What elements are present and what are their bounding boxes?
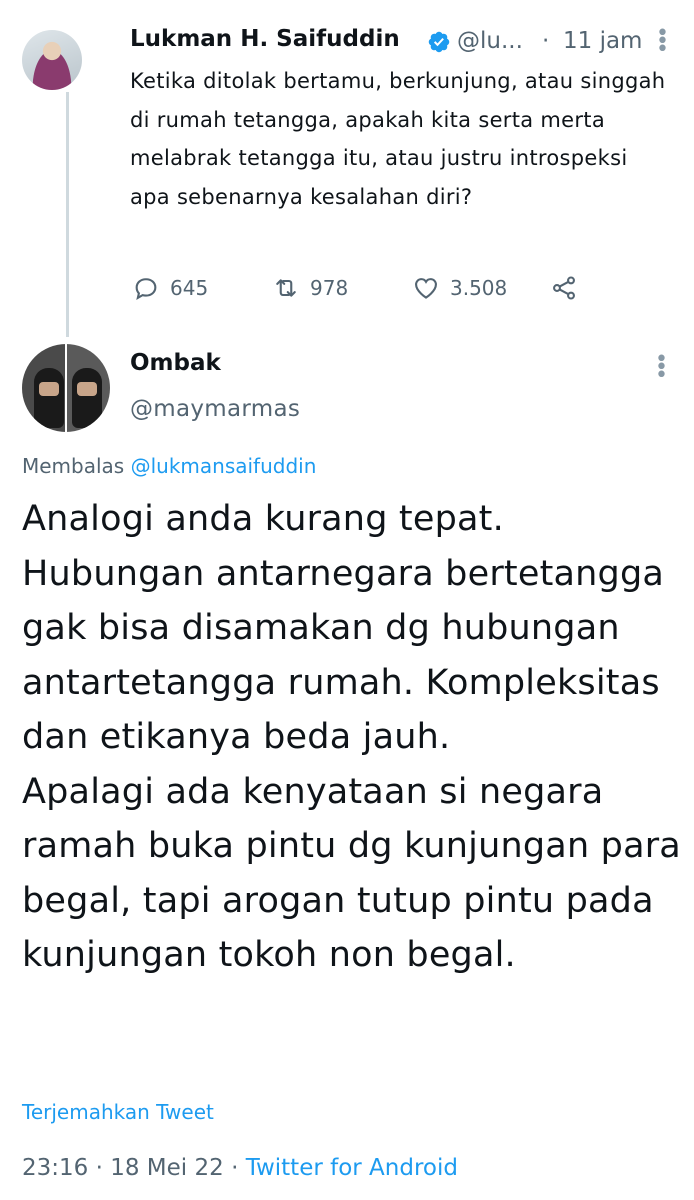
avatar[interactable]: [22, 344, 110, 432]
separator-dot: ·: [231, 1155, 239, 1181]
more-vertical-icon[interactable]: • • •: [656, 23, 669, 61]
separator-dot: ·: [542, 28, 550, 54]
share-button[interactable]: [550, 272, 578, 304]
share-icon: [553, 276, 575, 300]
reply-button[interactable]: 645: [132, 272, 208, 304]
like-button[interactable]: 3.508: [412, 272, 507, 304]
author-name[interactable]: Ombak: [130, 350, 221, 376]
author-handle[interactable]: @maymarmas: [130, 396, 300, 422]
reply-icon: [135, 278, 157, 301]
more-vertical-icon[interactable]: • • •: [655, 349, 668, 387]
retweet-button[interactable]: 978: [272, 272, 348, 304]
tweet-source-link[interactable]: Twitter for Android: [246, 1155, 458, 1181]
author-handle[interactable]: @lu...: [457, 28, 523, 54]
tweet-meta: 23:16 · 18 Mei 22 · Twitter for Android: [22, 1155, 458, 1181]
verified-badge-icon: [428, 31, 450, 53]
retweet-count: 978: [310, 276, 349, 300]
author-name[interactable]: Lukman H. Saifuddin: [130, 26, 400, 52]
like-count: 3.508: [450, 276, 508, 300]
tweet-text: Analogi anda kurang tepat. Hubungan anta…: [22, 499, 681, 975]
mention-link[interactable]: @lukmansaifuddin: [131, 454, 317, 478]
heart-icon: [415, 278, 437, 299]
separator-dot: ·: [95, 1155, 103, 1181]
tweet-text: Ketika ditolak bertamu, berkunjung, atau…: [130, 69, 666, 209]
retweet-icon: [276, 279, 296, 297]
tweet-date[interactable]: 18 Mei 22: [110, 1155, 224, 1181]
thread-connector-line: [66, 92, 69, 337]
translate-tweet-link[interactable]: Terjemahkan Tweet: [22, 1100, 214, 1124]
tweet-timestamp[interactable]: 11 jam: [563, 28, 642, 54]
replying-to: Membalas @lukmansaifuddin: [22, 454, 316, 478]
replying-prefix: Membalas: [22, 454, 125, 478]
reply-count: 645: [170, 276, 209, 300]
tweet-time[interactable]: 23:16: [22, 1155, 88, 1181]
avatar[interactable]: [22, 30, 82, 90]
